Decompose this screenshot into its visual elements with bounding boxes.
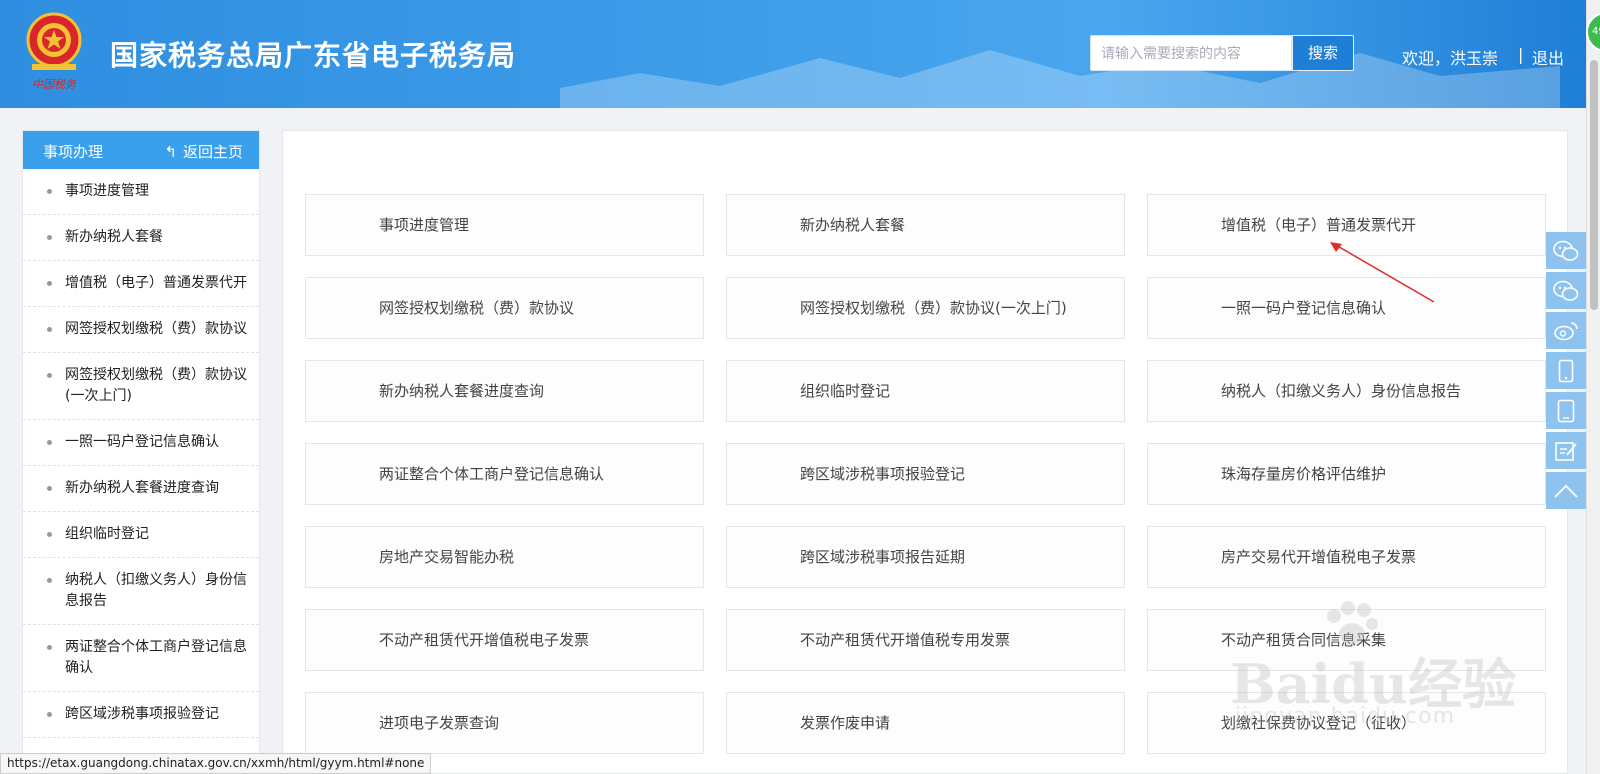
bullet-icon [47, 440, 52, 445]
service-card[interactable]: 网签授权划缴税（费）款协议 [305, 277, 704, 339]
sidebar-item[interactable]: 两证整合个体工商户登记信息确认 [23, 625, 259, 692]
floating-toolbar [1546, 232, 1586, 512]
sidebar-item-label: 两证整合个体工商户登记信息确认 [65, 639, 247, 676]
status-bar-url: https://etax.guangdong.chinatax.gov.cn/x… [0, 753, 432, 774]
sidebar-item-label: 跨区域涉税事项报验登记 [65, 706, 219, 722]
site-title: 国家税务总局广东省电子税务局 [110, 39, 517, 72]
bullet-icon [47, 532, 52, 537]
bullet-icon [47, 281, 52, 286]
sidebar-item[interactable]: 网签授权划缴税（费）款协议(一次上门) [23, 353, 259, 420]
service-card[interactable]: 新办纳税人套餐 [726, 194, 1125, 256]
site-header: 中国税务 国家税务总局广东省电子税务局 搜索 欢迎，洪玉崇 | 退出 [0, 0, 1586, 108]
back-to-top-icon[interactable] [1546, 472, 1586, 509]
sidebar-item-label: 纳税人（扣缴义务人）身份信息报告 [65, 572, 247, 609]
sidebar-item-label: 网签授权划缴税（费）款协议(一次上门) [65, 367, 247, 404]
search-button[interactable]: 搜索 [1292, 35, 1354, 71]
bullet-icon [47, 373, 52, 378]
sidebar: 事项办理 ↰ 返回主页 事项进度管理 新办纳税人套餐 增值税（电子）普通发票代开 … [22, 130, 260, 774]
bullet-icon [47, 327, 52, 332]
sidebar-header: 事项办理 ↰ 返回主页 [23, 131, 259, 169]
service-card[interactable]: 网签授权划缴税（费）款协议(一次上门) [726, 277, 1125, 339]
service-card[interactable]: 不动产租赁代开增值税电子发票 [305, 609, 704, 671]
service-card[interactable]: 不动产租赁代开增值税专用发票 [726, 609, 1125, 671]
service-card[interactable]: 事项进度管理 [305, 194, 704, 256]
header-separator: | [1518, 45, 1524, 64]
wechat-alt-icon[interactable] [1546, 272, 1586, 309]
sidebar-item-label: 网签授权划缴税（费）款协议 [65, 321, 247, 337]
service-card[interactable]: 进项电子发票查询 [305, 692, 704, 754]
mobile-icon[interactable] [1546, 352, 1586, 389]
annotation-arrow [1330, 242, 1435, 303]
back-home-label: 返回主页 [182, 143, 243, 161]
watermark-url: jingyan.baidu.com [1235, 704, 1456, 729]
bullet-icon [47, 189, 52, 194]
wechat-icon[interactable] [1546, 232, 1586, 269]
national-emblem-logo: 中国税务 [26, 12, 82, 91]
sidebar-item[interactable]: 网签授权划缴税（费）款协议 [23, 307, 259, 353]
sidebar-item-label: 增值税（电子）普通发票代开 [65, 275, 247, 291]
weibo-icon[interactable] [1546, 312, 1586, 349]
sidebar-item[interactable]: 新办纳税人套餐 [23, 215, 259, 261]
sidebar-item[interactable]: 纳税人（扣缴义务人）身份信息报告 [23, 558, 259, 625]
sidebar-title: 事项办理 [43, 143, 104, 161]
logout-link[interactable]: 退出 [1532, 45, 1564, 69]
back-home-link[interactable]: ↰ 返回主页 [164, 141, 243, 162]
welcome-user: 欢迎，洪玉崇 [1402, 49, 1499, 68]
sidebar-item-label: 事项进度管理 [65, 183, 149, 199]
feedback-icon[interactable] [1546, 432, 1586, 469]
service-card[interactable]: 珠海存量房价格评估维护 [1147, 443, 1546, 505]
sidebar-item-label: 新办纳税人套餐 [65, 229, 163, 245]
service-card[interactable]: 发票作废申请 [726, 692, 1125, 754]
baidu-watermark: Baidu经验 jingyan.baidu.com [1230, 600, 1520, 730]
service-card[interactable]: 纳税人（扣缴义务人）身份信息报告 [1147, 360, 1546, 422]
sidebar-item-label: 组织临时登记 [65, 526, 149, 542]
service-card[interactable]: 组织临时登记 [726, 360, 1125, 422]
sidebar-item[interactable]: 增值税（电子）普通发票代开 [23, 261, 259, 307]
sidebar-item[interactable]: 事项进度管理 [23, 169, 259, 215]
sidebar-list: 事项进度管理 新办纳税人套餐 增值税（电子）普通发票代开 网签授权划缴税（费）款… [23, 169, 259, 738]
service-card[interactable]: 两证整合个体工商户登记信息确认 [305, 443, 704, 505]
sidebar-item[interactable]: 新办纳税人套餐进度查询 [23, 466, 259, 512]
tablet-icon[interactable] [1546, 392, 1586, 429]
sidebar-item-label: 新办纳税人套餐进度查询 [65, 480, 219, 496]
service-card[interactable]: 房地产交易智能办税 [305, 526, 704, 588]
sidebar-item-label: 一照一码户登记信息确认 [65, 434, 219, 450]
service-card[interactable]: 新办纳税人套餐进度查询 [305, 360, 704, 422]
sidebar-item[interactable]: 组织临时登记 [23, 512, 259, 558]
service-card[interactable]: 跨区域涉税事项报告延期 [726, 526, 1125, 588]
bullet-icon [47, 578, 52, 583]
page-scrollbar[interactable] [1586, 0, 1600, 774]
bullet-icon [47, 712, 52, 717]
service-card[interactable]: 房产交易代开增值税电子发票 [1147, 526, 1546, 588]
search-input[interactable] [1090, 35, 1292, 71]
sidebar-item[interactable]: 跨区域涉税事项报验登记 [23, 692, 259, 738]
scrollbar-thumb[interactable] [1590, 60, 1598, 310]
service-card[interactable]: 跨区域涉税事项报验登记 [726, 443, 1125, 505]
bullet-icon [47, 235, 52, 240]
sidebar-item[interactable]: 一照一码户登记信息确认 [23, 420, 259, 466]
back-arrow-icon: ↰ [164, 143, 177, 161]
emblem-text: 中国税务 [32, 78, 77, 91]
bullet-icon [47, 645, 52, 650]
bullet-icon [47, 486, 52, 491]
